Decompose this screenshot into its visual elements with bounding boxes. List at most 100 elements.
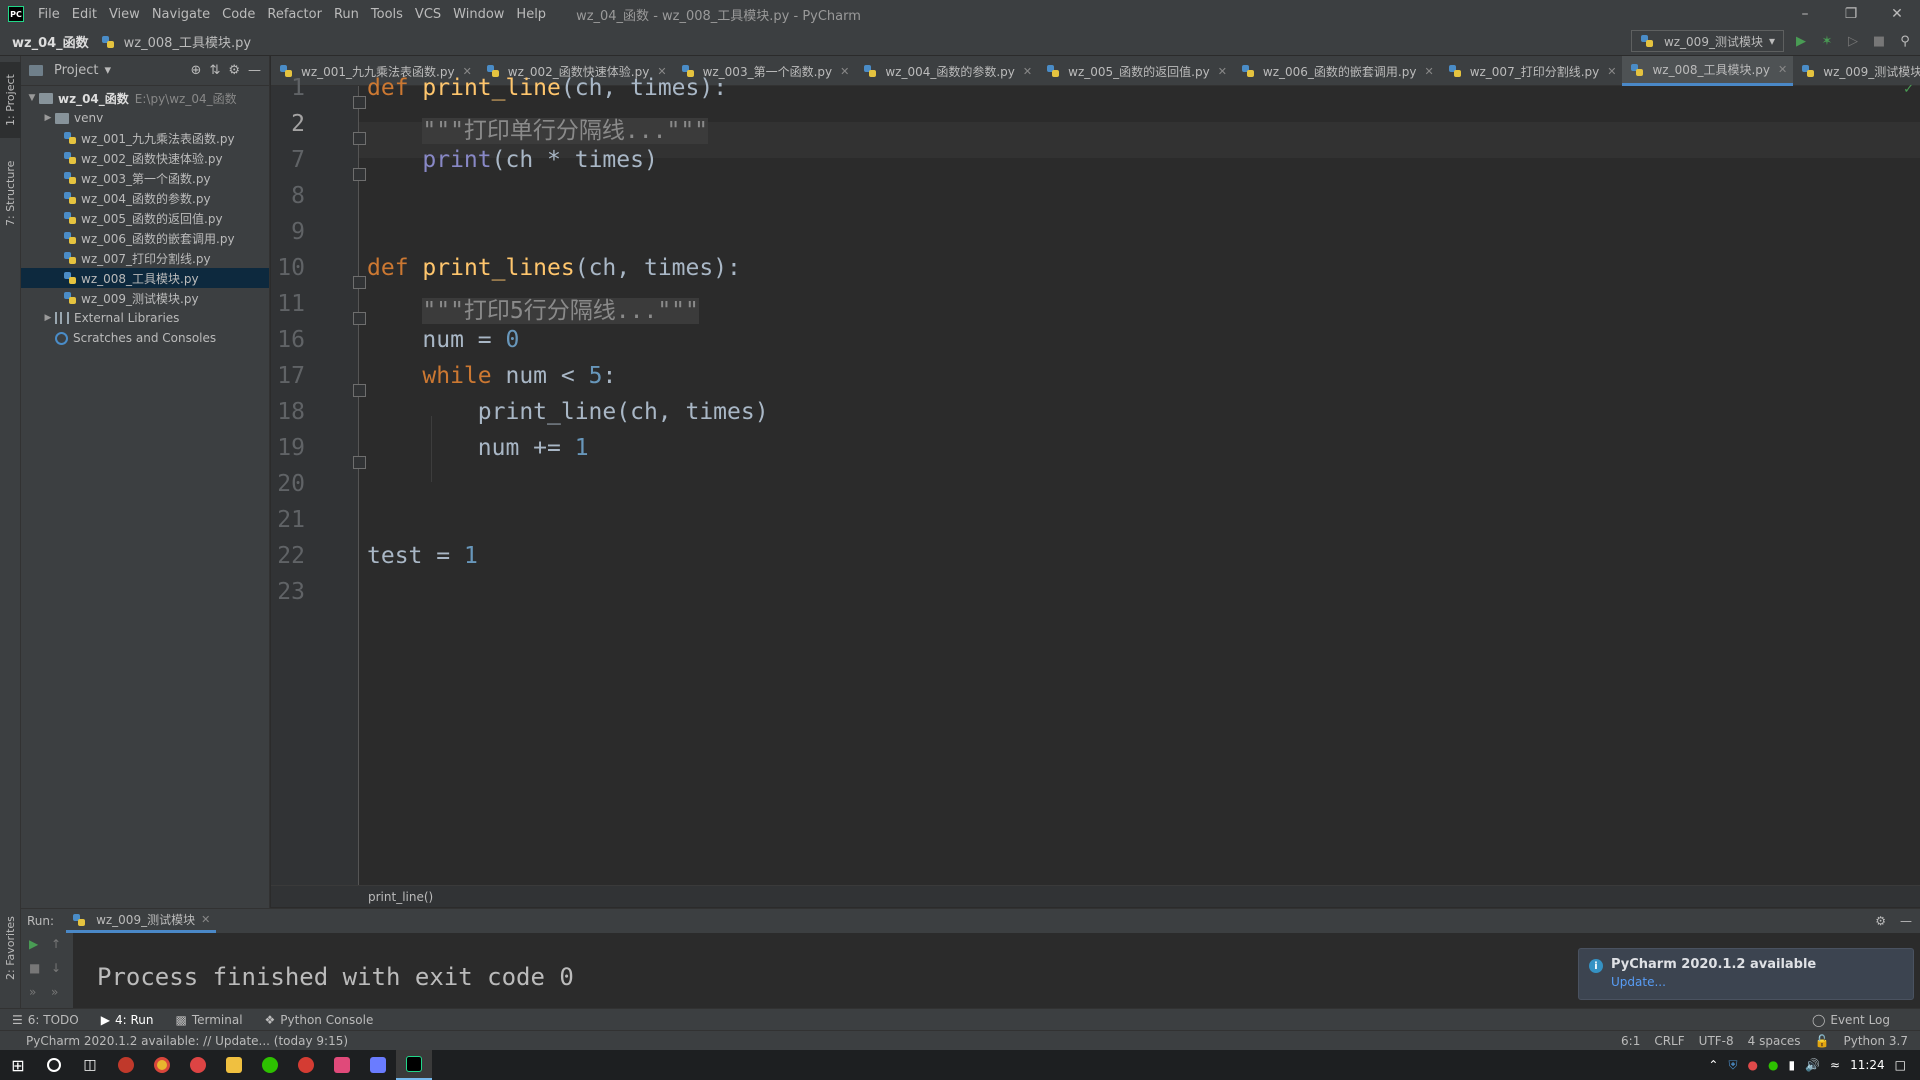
menu-vcs[interactable]: VCS <box>409 7 447 22</box>
menu-refactor[interactable]: Refactor <box>261 7 328 22</box>
restore-icon[interactable]: ❐ <box>1828 0 1874 28</box>
down-arrow-icon[interactable]: ↓ <box>51 961 61 975</box>
editor-tab[interactable]: wz_007_打印分割线.py ✕ <box>1440 56 1623 86</box>
tool-window-run[interactable]: ▶ 4: Run <box>89 1013 164 1027</box>
editor-tab[interactable]: wz_004_函数的参数.py ✕ <box>855 56 1038 86</box>
chevron-right-icon[interactable]: ▶ <box>41 313 55 323</box>
fold-marker-icon[interactable] <box>353 276 366 289</box>
tray-app-icon[interactable]: ● <box>1747 1058 1757 1072</box>
up-arrow-icon[interactable]: ↑ <box>51 937 61 951</box>
tree-item-file[interactable]: wz_004_函数的参数.py <box>21 188 269 208</box>
close-icon[interactable]: ✕ <box>1218 65 1227 78</box>
menu-code[interactable]: Code <box>216 7 261 22</box>
search-icon[interactable] <box>36 1050 72 1080</box>
breadcrumb-project[interactable]: wz_04_函数 <box>0 32 95 51</box>
close-icon[interactable]: ✕ <box>1874 0 1920 28</box>
tool-tab-project[interactable]: 1: Project <box>0 62 21 138</box>
tree-item-file[interactable]: wz_009_测试模块.py <box>21 288 269 308</box>
project-view-select[interactable]: Project ▾ <box>29 63 111 78</box>
console-output[interactable]: Process finished with exit code 0 <box>97 963 574 991</box>
search-icon[interactable]: ⚲ <box>1896 32 1914 50</box>
close-icon[interactable]: ✕ <box>1607 65 1616 78</box>
hide-icon[interactable]: — <box>1900 914 1912 928</box>
tree-item-file[interactable]: wz_006_函数的嵌套调用.py <box>21 228 269 248</box>
stop-icon[interactable]: ■ <box>29 961 40 975</box>
tree-root[interactable]: ▼ wz_04_函数 E:\py\wz_04_函数 <box>21 88 269 108</box>
stop-icon[interactable]: ■ <box>1870 32 1888 50</box>
chevron-up-icon[interactable]: ⌃ <box>1708 1058 1718 1072</box>
code-editor[interactable]: 1 2 7 8 9 10 11 16 17 18 19 20 21 22 23 … <box>271 75 1920 885</box>
close-icon[interactable]: ✕ <box>201 913 210 926</box>
close-icon[interactable]: ✕ <box>1023 65 1032 78</box>
tree-item-external-libraries[interactable]: ▶ External Libraries <box>21 308 269 328</box>
task-view-icon[interactable]: ◫ <box>72 1050 108 1080</box>
run-icon[interactable]: ▶ <box>1792 32 1810 50</box>
wechat-icon[interactable] <box>252 1050 288 1080</box>
clock[interactable]: 11:24 <box>1850 1058 1885 1072</box>
tree-item-file[interactable]: wz_005_函数的返回值.py <box>21 208 269 228</box>
chrome-icon[interactable] <box>144 1050 180 1080</box>
tree-item-file[interactable]: wz_002_函数快速体验.py <box>21 148 269 168</box>
menu-tools[interactable]: Tools <box>365 7 409 22</box>
close-icon[interactable]: ✕ <box>1424 65 1433 78</box>
gear-icon[interactable]: ⚙ <box>228 63 240 78</box>
caret-position[interactable]: 6:1 <box>1621 1034 1640 1048</box>
indent-setting[interactable]: 4 spaces <box>1748 1034 1801 1048</box>
tree-item-file-selected[interactable]: wz_008_工具模块.py <box>21 268 269 288</box>
tool-window-python-console[interactable]: ❖ Python Console <box>253 1013 384 1027</box>
app-icon-4[interactable] <box>360 1050 396 1080</box>
netease-music-icon[interactable] <box>288 1050 324 1080</box>
shield-icon[interactable]: ⛨ <box>1728 1058 1737 1073</box>
menu-edit[interactable]: Edit <box>66 7 103 22</box>
rerun-icon[interactable]: ▶ <box>29 937 38 951</box>
tool-window-todo[interactable]: ☰ 6: TODO <box>0 1013 89 1027</box>
menu-view[interactable]: View <box>103 7 146 22</box>
line-separator[interactable]: CRLF <box>1654 1034 1684 1048</box>
hide-icon[interactable]: — <box>248 63 261 78</box>
windows-start-icon[interactable]: ⊞ <box>0 1050 36 1080</box>
chevron-down-icon[interactable]: ▼ <box>25 93 39 103</box>
file-encoding[interactable]: UTF-8 <box>1699 1034 1734 1048</box>
menu-help[interactable]: Help <box>510 7 552 22</box>
pycharm-taskbar-icon[interactable] <box>396 1050 432 1080</box>
editor-tab-active[interactable]: wz_008_工具模块.py ✕ <box>1622 56 1794 86</box>
chevron-right-icon[interactable]: ▶ <box>41 113 55 123</box>
editor-tab[interactable]: wz_005_函数的返回值.py ✕ <box>1038 56 1233 86</box>
breadcrumb-file[interactable]: wz_008_工具模块.py <box>95 32 257 51</box>
more-icon[interactable]: » <box>51 985 58 999</box>
tree-item-file[interactable]: wz_003_第一个函数.py <box>21 168 269 188</box>
fold-marker-icon[interactable] <box>353 384 366 397</box>
notification-center-icon[interactable]: □ <box>1895 1058 1906 1072</box>
fold-marker-icon[interactable] <box>353 96 366 109</box>
fold-marker-icon[interactable] <box>353 132 366 145</box>
wechat-tray-icon[interactable]: ● <box>1768 1058 1778 1072</box>
collapse-all-icon[interactable]: ⇅ <box>209 63 220 78</box>
menu-run[interactable]: Run <box>328 7 365 22</box>
app-icon-3[interactable] <box>324 1050 360 1080</box>
inspection-ok-icon[interactable]: ✓ <box>1903 82 1914 97</box>
close-icon[interactable]: ✕ <box>840 65 849 78</box>
tree-item-venv[interactable]: ▶ venv <box>21 108 269 128</box>
run-tab[interactable]: wz_009_测试模块 ✕ <box>66 909 217 933</box>
locate-icon[interactable]: ⊕ <box>191 63 202 78</box>
fold-marker-icon[interactable] <box>353 456 366 469</box>
status-message[interactable]: PyCharm 2020.1.2 available: // Update...… <box>0 1034 348 1048</box>
menu-file[interactable]: File <box>32 7 66 22</box>
tool-window-terminal[interactable]: ▩ Terminal <box>163 1013 252 1027</box>
tree-item-file[interactable]: wz_001_九九乘法表函数.py <box>21 128 269 148</box>
app-icon-2[interactable] <box>180 1050 216 1080</box>
menu-window[interactable]: Window <box>447 7 510 22</box>
debug-icon[interactable]: ✶ <box>1818 32 1836 50</box>
notification-update-link[interactable]: Update... <box>1611 975 1903 989</box>
editor-tab[interactable]: wz_006_函数的嵌套调用.py ✕ <box>1233 56 1440 86</box>
lock-icon[interactable]: 🔓 <box>1815 1034 1830 1048</box>
tool-tab-favorites[interactable]: 2: Favorites <box>0 908 21 988</box>
tree-item-scratches[interactable]: Scratches and Consoles <box>21 328 269 348</box>
tool-window-event-log[interactable]: ◯ Event Log <box>1800 1013 1920 1027</box>
fold-marker-icon[interactable] <box>353 312 366 325</box>
file-explorer-icon[interactable] <box>216 1050 252 1080</box>
coverage-icon[interactable]: ▷ <box>1844 32 1862 50</box>
python-interpreter[interactable]: Python 3.7 <box>1844 1034 1909 1048</box>
battery-icon[interactable]: ▮ <box>1788 1058 1795 1072</box>
gear-icon[interactable]: ⚙ <box>1875 914 1886 928</box>
